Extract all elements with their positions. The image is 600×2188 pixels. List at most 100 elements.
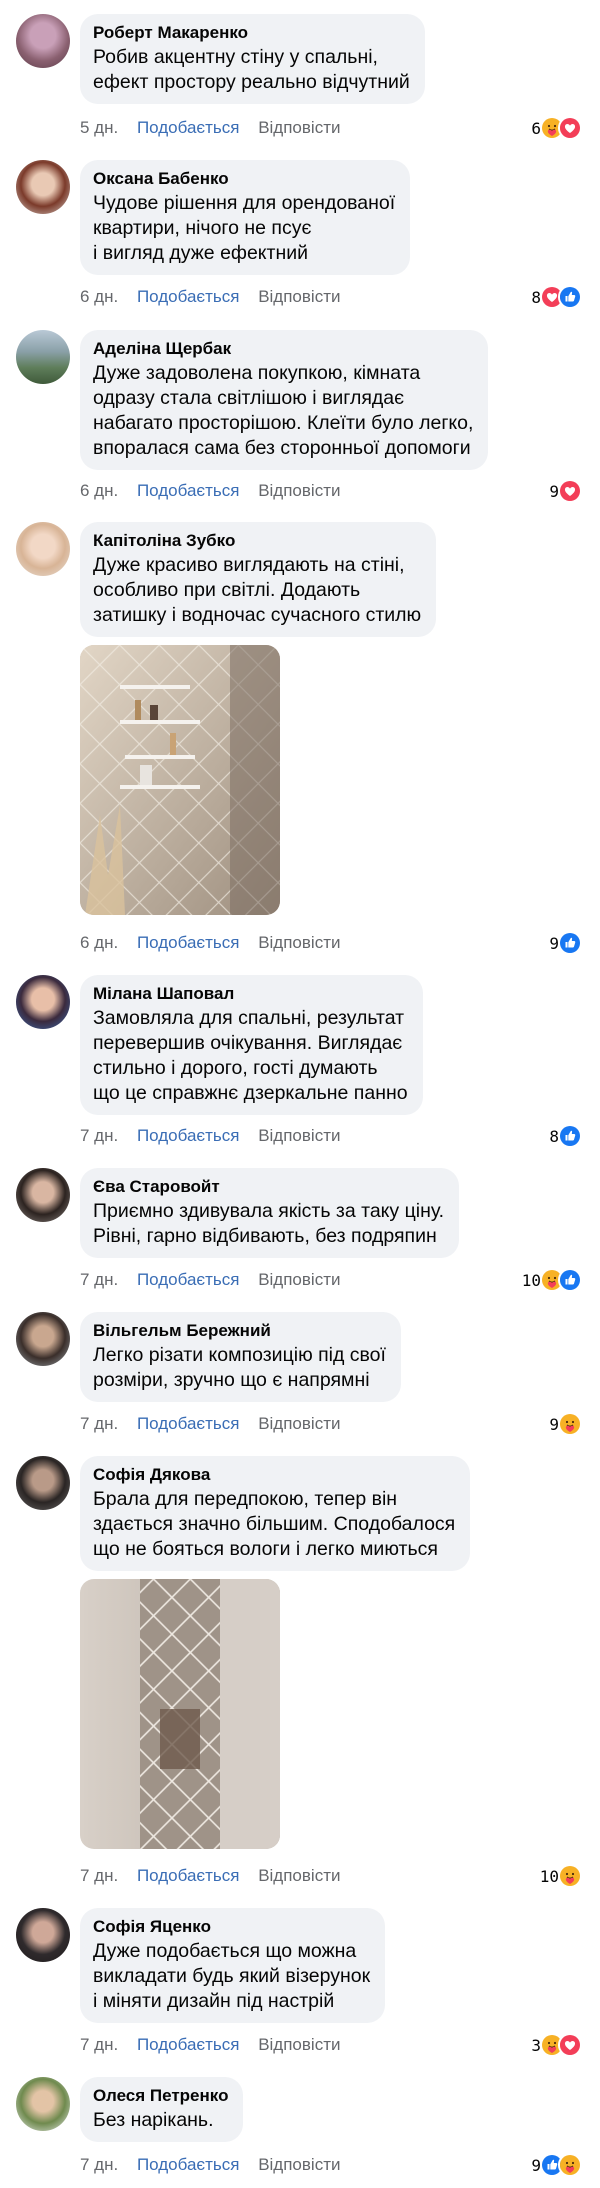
avatar[interactable] (16, 160, 70, 214)
avatar[interactable] (16, 1908, 70, 1962)
reaction-count: 10 (521, 1270, 541, 1290)
comment-author[interactable]: Оксана Бабенко (93, 168, 395, 189)
like-icon (558, 285, 582, 309)
reaction-summary[interactable]: 8 (531, 285, 582, 309)
like-link[interactable]: Подобається (137, 2153, 240, 2177)
comment-actions: 7 дн. Подобається Відповісти (80, 2153, 354, 2177)
comment-time[interactable]: 7 дн. (80, 2033, 118, 2057)
comment-time[interactable]: 5 дн. (80, 116, 118, 140)
mirror-photo (80, 1579, 280, 1849)
avatar[interactable] (16, 330, 70, 384)
avatar[interactable] (16, 975, 70, 1029)
comment-actions: 7 дн. Подобається Відповісти (80, 1864, 354, 1888)
reaction-summary[interactable]: 9 (549, 931, 582, 955)
care-icon (558, 1412, 582, 1436)
comment-author[interactable]: Софія Яценко (93, 1916, 370, 1937)
reaction-summary[interactable]: 9 (549, 1412, 582, 1436)
comment-bubble: Олеся Петренко Без нарікань. (80, 2077, 244, 2142)
comment-author[interactable]: Єва Старовойт (93, 1176, 444, 1197)
reaction-summary[interactable]: 9 (549, 479, 582, 503)
comment-bubble: Роберт Макаренко Робив акцентну стіну у … (80, 14, 425, 104)
comment-actions: 5 дн. Подобається Відповісти (80, 116, 354, 140)
reply-link[interactable]: Відповісти (258, 1124, 340, 1148)
shelves-photo (80, 645, 280, 915)
comment-time[interactable]: 6 дн. (80, 479, 118, 503)
reaction-summary[interactable]: 6 (531, 116, 582, 140)
comment-author[interactable]: Аделіна Щербак (93, 338, 473, 359)
like-link[interactable]: Подобається (137, 2033, 240, 2057)
reply-link[interactable]: Відповісти (258, 285, 340, 309)
comment-author[interactable]: Роберт Макаренко (93, 22, 410, 43)
comment-author[interactable]: Капітоліна Зубко (93, 530, 421, 551)
comment-time[interactable]: 7 дн. (80, 1864, 118, 1888)
love-icon (558, 2033, 582, 2057)
comment-time[interactable]: 7 дн. (80, 1268, 118, 1292)
care-icon (558, 2153, 582, 2177)
reaction-summary[interactable]: 3 (531, 2033, 582, 2057)
reaction-count: 10 (539, 1866, 559, 1886)
comment-text: Дуже подобається що можна викладати будь… (93, 1940, 371, 2012)
comment-bubble: Софія Яценко Дуже подобається що можна в… (80, 1908, 386, 2023)
like-icon (558, 1268, 582, 1292)
comment-author[interactable]: Вільгельм Бережний (93, 1320, 386, 1341)
avatar[interactable] (16, 1168, 70, 1222)
avatar[interactable] (16, 522, 70, 576)
comment-bubble: Єва Старовойт Приємно здивувала якість з… (80, 1168, 460, 1258)
avatar[interactable] (16, 1312, 70, 1366)
like-icon (558, 931, 582, 955)
comment-time[interactable]: 6 дн. (80, 931, 118, 955)
reaction-summary[interactable]: 8 (549, 1124, 582, 1148)
comment-actions: 7 дн. Подобається Відповісти (80, 2033, 354, 2057)
comment-text: Приємно здивувала якість за таку ціну. Р… (93, 1200, 445, 1247)
reply-link[interactable]: Відповісти (258, 931, 340, 955)
comment-time[interactable]: 7 дн. (80, 1412, 118, 1436)
reply-link[interactable]: Відповісти (258, 479, 340, 503)
reply-link[interactable]: Відповісти (258, 2153, 340, 2177)
comment-author[interactable]: Мілана Шаповал (93, 983, 408, 1004)
like-link[interactable]: Подобається (137, 931, 240, 955)
comment-author[interactable]: Олеся Петренко (93, 2085, 228, 2106)
reply-link[interactable]: Відповісти (258, 1864, 340, 1888)
reaction-summary[interactable]: 10 (522, 1268, 582, 1292)
comment-author[interactable]: Софія Дякова (93, 1464, 455, 1485)
care-icon (558, 1864, 582, 1888)
reaction-summary[interactable]: 10 (540, 1864, 582, 1888)
like-link[interactable]: Подобається (137, 1124, 240, 1148)
comment-actions: 6 дн. Подобається Відповісти (80, 285, 354, 309)
comment-photo[interactable] (80, 1579, 280, 1849)
love-icon (558, 479, 582, 503)
comment-photo[interactable] (80, 645, 280, 915)
reply-link[interactable]: Відповісти (258, 1268, 340, 1292)
comment-time[interactable]: 6 дн. (80, 285, 118, 309)
comment-actions: 7 дн. Подобається Відповісти (80, 1124, 354, 1148)
avatar[interactable] (16, 14, 70, 68)
reply-link[interactable]: Відповісти (258, 1412, 340, 1436)
reply-link[interactable]: Відповісти (258, 2033, 340, 2057)
comment-time[interactable]: 7 дн. (80, 1124, 118, 1148)
comment-text: Робив акцентну стіну у спальні, ефект пр… (93, 46, 410, 93)
comment-bubble: Вільгельм Бережний Легко різати композиц… (80, 1312, 401, 1402)
avatar[interactable] (16, 2077, 70, 2131)
like-link[interactable]: Подобається (137, 479, 240, 503)
reply-link[interactable]: Відповісти (258, 116, 340, 140)
comment-text: Замовляла для спальні, результат перевер… (93, 1007, 408, 1104)
like-link[interactable]: Подобається (137, 1412, 240, 1436)
like-link[interactable]: Подобається (137, 285, 240, 309)
comment-text: Легко різати композицію під свої розміри… (93, 1344, 386, 1391)
comment-actions: 7 дн. Подобається Відповісти (80, 1412, 354, 1436)
like-link[interactable]: Подобається (137, 116, 240, 140)
like-link[interactable]: Подобається (137, 1268, 240, 1292)
like-icon (558, 1124, 582, 1148)
comment-text: Брала для передпокою, тепер він здається… (93, 1488, 456, 1560)
like-link[interactable]: Подобається (137, 1864, 240, 1888)
comment-text: Дуже задоволена покупкою, кімната одразу… (93, 362, 474, 459)
reaction-summary[interactable]: 9 (531, 2153, 582, 2177)
comment-actions: 7 дн. Подобається Відповісти (80, 1268, 354, 1292)
avatar[interactable] (16, 1456, 70, 1510)
comment-bubble: Аделіна Щербак Дуже задоволена покупкою,… (80, 330, 489, 470)
comment-bubble: Оксана Бабенко Чудове рішення для орендо… (80, 160, 411, 275)
comment-text: Без нарікань. (93, 2109, 214, 2131)
comment-bubble: Капітоліна Зубко Дуже красиво виглядають… (80, 522, 437, 637)
comment-time[interactable]: 7 дн. (80, 2153, 118, 2177)
comment-text: Дуже красиво виглядають на стіні, особли… (93, 554, 422, 626)
